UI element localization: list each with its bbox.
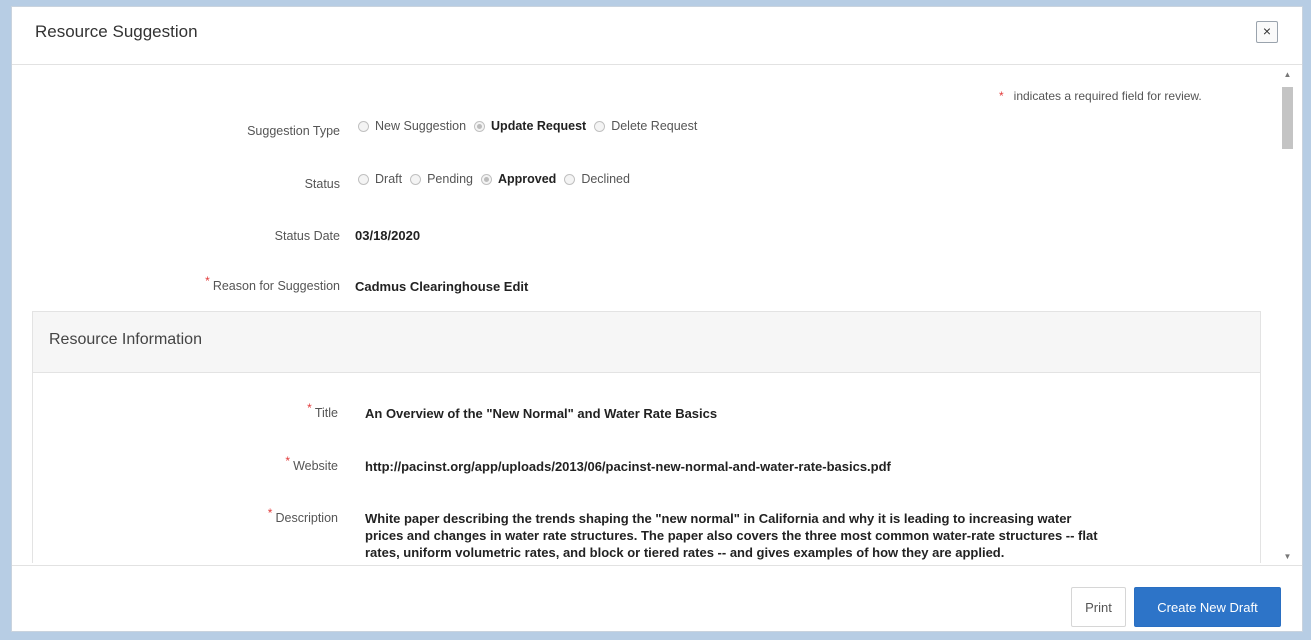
- radio-declined[interactable]: Declined: [564, 172, 630, 186]
- radio-approved[interactable]: Approved: [480, 172, 556, 186]
- scroll-down-icon[interactable]: ▼: [1280, 551, 1295, 563]
- scroll-thumb[interactable]: [1282, 87, 1293, 149]
- required-note-text: indicates a required field for review.: [1013, 89, 1202, 103]
- dialog-body: * indicates a required field for review. …: [12, 66, 1304, 563]
- description-line: White paper describing the trends shapin…: [365, 511, 1072, 526]
- suggestion-type-label: Suggestion Type: [247, 124, 340, 138]
- website-value[interactable]: http://pacinst.org/app/uploads/2013/06/p…: [365, 459, 891, 474]
- create-new-draft-button[interactable]: Create New Draft: [1134, 587, 1281, 627]
- close-button[interactable]: ×: [1256, 21, 1278, 43]
- description-line: prices and changes in water rate structu…: [365, 528, 1098, 543]
- radio-circle-checked[interactable]: [474, 120, 486, 132]
- reason-value: Cadmus Clearinghouse Edit: [355, 279, 529, 294]
- title-label: * Title: [307, 401, 338, 420]
- dialog-header: Resource Suggestion ×: [12, 7, 1302, 65]
- radio-circle-checked[interactable]: [480, 173, 492, 185]
- suggestion-type-radio-group: New Suggestion Update Request Delete Req…: [358, 119, 705, 133]
- status-date-value: 03/18/2020: [355, 228, 421, 243]
- website-label: * Website: [285, 454, 338, 473]
- print-button[interactable]: Print: [1071, 587, 1126, 627]
- status-date-label: Status Date: [274, 229, 340, 243]
- description-label: * Description: [267, 506, 338, 525]
- description-line: rates, uniform volumetric rates, and blo…: [365, 545, 1005, 560]
- required-note: * indicates a required field for review.: [999, 89, 1202, 103]
- section-heading: Resource Information: [33, 312, 1260, 373]
- radio-delete-request[interactable]: Delete Request: [594, 119, 697, 133]
- radio-pending[interactable]: Pending: [410, 172, 473, 186]
- required-star: *: [205, 274, 210, 288]
- radio-circle[interactable]: [594, 120, 606, 132]
- required-star: *: [285, 454, 291, 468]
- status-radio-group: Draft Pending Approved Declined: [358, 172, 638, 186]
- radio-update-request[interactable]: Update Request: [474, 119, 586, 133]
- description-value: White paper describing the trends shapin…: [365, 510, 1195, 561]
- required-star: *: [267, 506, 273, 520]
- radio-circle[interactable]: [564, 173, 576, 185]
- radio-circle[interactable]: [358, 120, 369, 132]
- dialog-footer: Print Create New Draft: [12, 565, 1302, 632]
- status-label: Status: [304, 177, 340, 191]
- title-value: An Overview of the "New Normal" and Wate…: [365, 406, 718, 421]
- radio-new-suggestion[interactable]: New Suggestion: [358, 119, 466, 133]
- dialog-title: Resource Suggestion: [35, 22, 198, 41]
- vertical-scrollbar[interactable]: ▲ ▼: [1280, 67, 1295, 565]
- radio-circle[interactable]: [358, 173, 369, 185]
- radio-draft[interactable]: Draft: [358, 172, 402, 186]
- required-star: *: [999, 89, 1004, 103]
- reason-label: * Reason for Suggestion: [205, 274, 340, 293]
- resource-suggestion-dialog: Resource Suggestion × * indicates a requi…: [11, 6, 1303, 632]
- radio-circle[interactable]: [410, 173, 422, 185]
- scroll-up-icon[interactable]: ▲: [1280, 69, 1295, 81]
- required-star: *: [307, 401, 312, 415]
